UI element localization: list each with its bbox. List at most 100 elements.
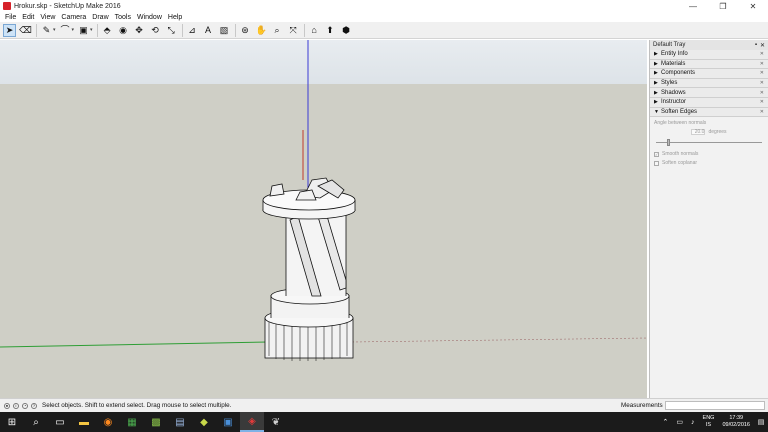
- chevron-right-icon[interactable]: ▶: [654, 70, 661, 76]
- warehouse-tool-icon[interactable]: ⌂: [308, 24, 321, 37]
- smooth-normals-label: Smooth normals: [662, 151, 699, 158]
- panel-close-icon[interactable]: ✕: [760, 70, 764, 76]
- eraser-tool-icon[interactable]: ⌫: [19, 24, 32, 37]
- geo-location-icon[interactable]: ●: [4, 402, 10, 409]
- menu-view[interactable]: View: [37, 14, 58, 21]
- panel-close-icon[interactable]: ✕: [760, 80, 764, 86]
- default-tray: Default Tray ▪ ✕ ▶ Entity Info ✕ ▶ Materials…: [649, 40, 768, 398]
- extension-warehouse-tool-icon[interactable]: ⬢: [340, 24, 353, 37]
- model-canvas[interactable]: [0, 40, 647, 398]
- app-blue-icon[interactable]: ▣: [216, 412, 240, 432]
- app-diamond-icon[interactable]: ◆: [192, 412, 216, 432]
- pan-tool-icon[interactable]: ✋: [255, 24, 268, 37]
- select-tool-icon[interactable]: ➤: [3, 23, 16, 37]
- credits-icon[interactable]: i: [13, 402, 19, 409]
- status-message: Select objects. Shift to extend select. …: [42, 402, 232, 409]
- user-icon[interactable]: ◔: [22, 402, 28, 409]
- chevron-right-icon[interactable]: ▶: [654, 51, 661, 57]
- app-bird-icon[interactable]: ❦: [264, 412, 288, 432]
- panel-materials[interactable]: ▶ Materials ✕: [650, 59, 768, 70]
- line-tool-icon[interactable]: ✎: [40, 24, 53, 37]
- share-model-tool-icon[interactable]: ⬆: [324, 24, 337, 37]
- crenel-1: [269, 183, 285, 197]
- menu-edit[interactable]: Edit: [19, 14, 37, 21]
- arc-tool-dropdown-caret[interactable]: ▾: [72, 27, 75, 33]
- language-indicator[interactable]: ENG IS: [703, 415, 715, 429]
- green-axis: [0, 341, 269, 348]
- panel-close-icon[interactable]: ✕: [760, 61, 764, 67]
- panel-components[interactable]: ▶ Components ✕: [650, 69, 768, 79]
- zoom-extents-tool-icon[interactable]: ⤧: [287, 24, 300, 37]
- menu-window[interactable]: Window: [134, 14, 165, 21]
- panel-close-icon[interactable]: ✕: [760, 90, 764, 96]
- toolbar-separator: [96, 23, 98, 37]
- panel-instructor[interactable]: ▶ Instructor ✕: [650, 97, 768, 108]
- tape-measure-tool-icon[interactable]: ⊿: [186, 24, 199, 37]
- scale-tool-icon[interactable]: ⤡: [165, 24, 178, 37]
- app-green-icon[interactable]: ▩: [144, 412, 168, 432]
- search-icon[interactable]: ⌕: [24, 412, 48, 432]
- panel-soften-edges[interactable]: ▼ Soften Edges ✕: [650, 107, 768, 118]
- soften-coplanar-row[interactable]: Soften coplanar: [654, 160, 764, 166]
- window-controls: — ❐ ✕: [678, 0, 768, 12]
- sketchup-taskbar-icon[interactable]: ◈: [240, 412, 264, 432]
- panel-label: Shadows: [661, 89, 686, 96]
- zoom-tool-icon[interactable]: ⌕: [271, 24, 284, 37]
- push-pull-tool-icon[interactable]: ⬘: [101, 24, 114, 37]
- chevron-right-icon[interactable]: ▶: [654, 80, 661, 86]
- panel-close-icon[interactable]: ✕: [760, 99, 764, 105]
- notes-icon[interactable]: ▤: [168, 412, 192, 432]
- chevron-up-icon[interactable]: ⌃: [663, 418, 669, 426]
- tray-pin-icon[interactable]: ▪: [755, 42, 757, 49]
- rotate-tool-icon[interactable]: ⟲: [149, 24, 162, 37]
- store-icon[interactable]: ▦: [120, 412, 144, 432]
- menu-tools[interactable]: Tools: [112, 14, 134, 21]
- menu-file[interactable]: File: [2, 14, 19, 21]
- angle-slider[interactable]: [656, 139, 762, 147]
- soften-coplanar-checkbox[interactable]: [654, 160, 659, 166]
- red-axis-dashed: [351, 337, 647, 343]
- line-tool-dropdown-caret[interactable]: ▾: [53, 27, 56, 33]
- smooth-normals-row[interactable]: ✓ Smooth normals: [654, 151, 764, 157]
- angle-input[interactable]: 20.0: [691, 129, 706, 136]
- notifications-icon[interactable]: ▤: [754, 412, 768, 432]
- menu-camera[interactable]: Camera: [58, 14, 89, 21]
- shape-tool-icon[interactable]: ▣: [77, 24, 90, 37]
- chevron-right-icon[interactable]: ▶: [654, 90, 661, 96]
- panel-close-icon[interactable]: ✕: [760, 109, 764, 115]
- tray-close-icon[interactable]: ✕: [760, 42, 765, 49]
- minimize-button[interactable]: —: [678, 0, 708, 12]
- firefox-icon[interactable]: ◉: [96, 412, 120, 432]
- paint-bucket-tool-icon[interactable]: ▧: [218, 24, 231, 37]
- help-icon[interactable]: ?: [31, 402, 37, 409]
- tower-model[interactable]: [262, 177, 356, 361]
- start-button[interactable]: ⊞: [0, 412, 24, 432]
- orbit-tool-icon[interactable]: ⊛: [239, 24, 252, 37]
- volume-icon[interactable]: ♪: [691, 419, 695, 426]
- chevron-right-icon[interactable]: ▶: [654, 61, 661, 67]
- menu-draw[interactable]: Draw: [89, 14, 111, 21]
- drawing-viewport[interactable]: [0, 40, 647, 398]
- text-tool-icon[interactable]: A: [202, 24, 215, 37]
- panel-entity-info[interactable]: ▶ Entity Info ✕: [650, 50, 768, 60]
- panel-styles[interactable]: ▶ Styles ✕: [650, 78, 768, 89]
- file-explorer-icon[interactable]: ▬: [72, 412, 96, 432]
- arc-tool-icon[interactable]: ⌒: [59, 24, 72, 37]
- task-view-icon[interactable]: ▭: [48, 412, 72, 432]
- close-button[interactable]: ✕: [738, 0, 768, 12]
- slider-thumb[interactable]: [666, 139, 670, 147]
- smooth-normals-checkbox[interactable]: ✓: [654, 151, 659, 157]
- panel-shadows[interactable]: ▶ Shadows ✕: [650, 88, 768, 98]
- panel-label: Soften Edges: [661, 108, 698, 115]
- move-tool-icon[interactable]: ✥: [133, 24, 146, 37]
- clock[interactable]: 17:39 09/02/2016: [722, 415, 750, 429]
- panel-close-icon[interactable]: ✕: [760, 51, 764, 57]
- restore-button[interactable]: ❐: [708, 0, 738, 12]
- offset-tool-icon[interactable]: ◉: [117, 24, 130, 37]
- shape-tool-dropdown-caret[interactable]: ▾: [90, 27, 93, 33]
- measurements-input[interactable]: [665, 401, 765, 410]
- chevron-right-icon[interactable]: ▶: [654, 99, 661, 105]
- network-icon[interactable]: ▭: [676, 418, 683, 426]
- chevron-down-icon[interactable]: ▼: [654, 109, 661, 115]
- menu-help[interactable]: Help: [165, 14, 185, 21]
